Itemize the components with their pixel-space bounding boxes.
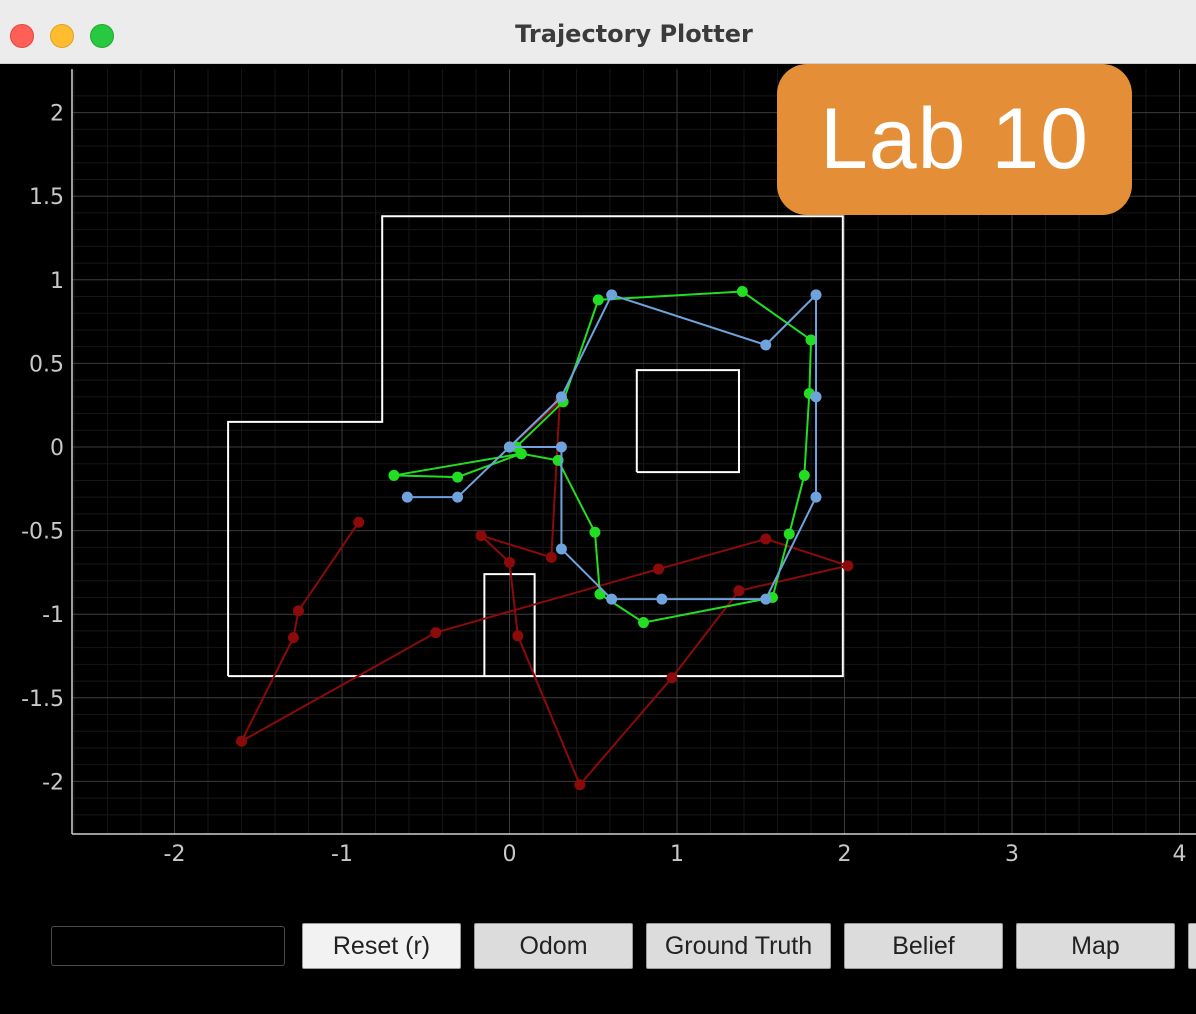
ground_truth-point bbox=[798, 469, 810, 481]
odom-point bbox=[666, 672, 678, 684]
map-wall bbox=[635, 369, 740, 474]
ground_truth-point bbox=[452, 471, 464, 483]
odom-point bbox=[653, 563, 665, 575]
y-tick-label: -1.5 bbox=[21, 687, 64, 712]
belief-point bbox=[504, 441, 515, 453]
odom-trajectory-line bbox=[239, 399, 852, 787]
x-tick-label: 3 bbox=[1005, 842, 1019, 867]
ground_truth-point bbox=[805, 334, 817, 346]
odom-point bbox=[353, 516, 365, 528]
odom-point bbox=[236, 735, 247, 747]
belief-point bbox=[656, 593, 668, 605]
ground-truth-button[interactable]: Ground Truth bbox=[646, 923, 831, 969]
ground_truth-point bbox=[592, 294, 604, 306]
belief-point bbox=[810, 391, 822, 403]
belief-button[interactable]: Belief bbox=[844, 923, 1003, 969]
map-button[interactable]: Map bbox=[1016, 923, 1175, 969]
belief-point bbox=[555, 441, 567, 453]
y-tick-label: 1 bbox=[50, 269, 64, 294]
command-input[interactable] bbox=[51, 926, 285, 966]
y-tick-label: 2 bbox=[50, 102, 64, 127]
window-titlebar: Trajectory Plotter bbox=[0, 0, 1196, 64]
y-tick-label: -2 bbox=[42, 770, 64, 795]
odom-point bbox=[504, 556, 515, 568]
reset-button[interactable]: Reset (r) bbox=[302, 923, 461, 969]
odom-point bbox=[512, 630, 524, 642]
belief-point bbox=[760, 339, 772, 351]
odom-point bbox=[760, 533, 772, 545]
window-title: Trajectory Plotter bbox=[515, 20, 753, 48]
y-tick-label: -1 bbox=[42, 603, 64, 628]
x-tick-label: -2 bbox=[164, 842, 186, 867]
ground_truth-point bbox=[589, 526, 601, 538]
belief-point bbox=[452, 491, 464, 503]
odom-point bbox=[475, 530, 487, 542]
belief-point bbox=[760, 593, 772, 605]
belief-point bbox=[401, 491, 413, 503]
belief-point bbox=[606, 593, 618, 605]
ground_truth-trajectory-line bbox=[393, 290, 813, 624]
odom-point bbox=[733, 585, 745, 597]
odom-point bbox=[430, 627, 442, 639]
x-tick-label: 2 bbox=[838, 842, 852, 867]
more-button[interactable] bbox=[1188, 923, 1196, 969]
x-tick-label: 1 bbox=[670, 842, 684, 867]
y-tick-label: 0.5 bbox=[29, 352, 64, 377]
odom-button[interactable]: Odom bbox=[474, 923, 633, 969]
odom-point bbox=[842, 560, 854, 572]
ground_truth-point bbox=[638, 617, 649, 629]
belief-point bbox=[555, 391, 567, 403]
ground_truth-point bbox=[736, 286, 748, 298]
odom-point bbox=[574, 779, 586, 791]
belief-point bbox=[810, 289, 822, 301]
ground_truth-point bbox=[388, 469, 400, 481]
y-tick-label: -0.5 bbox=[21, 520, 64, 545]
lab-badge: Lab 10 bbox=[777, 64, 1132, 215]
belief-point bbox=[810, 491, 822, 503]
odom-point bbox=[545, 551, 557, 563]
belief-point bbox=[555, 543, 567, 555]
belief-point bbox=[606, 289, 618, 301]
x-tick-label: -1 bbox=[331, 842, 353, 867]
odom-point bbox=[292, 605, 304, 617]
y-tick-label: 1.5 bbox=[29, 185, 64, 210]
odom-point bbox=[287, 632, 299, 644]
x-tick-label: 4 bbox=[1173, 842, 1187, 867]
ground_truth-point bbox=[783, 528, 795, 540]
x-tick-label: 0 bbox=[503, 842, 517, 867]
y-tick-label: 0 bbox=[50, 436, 64, 461]
